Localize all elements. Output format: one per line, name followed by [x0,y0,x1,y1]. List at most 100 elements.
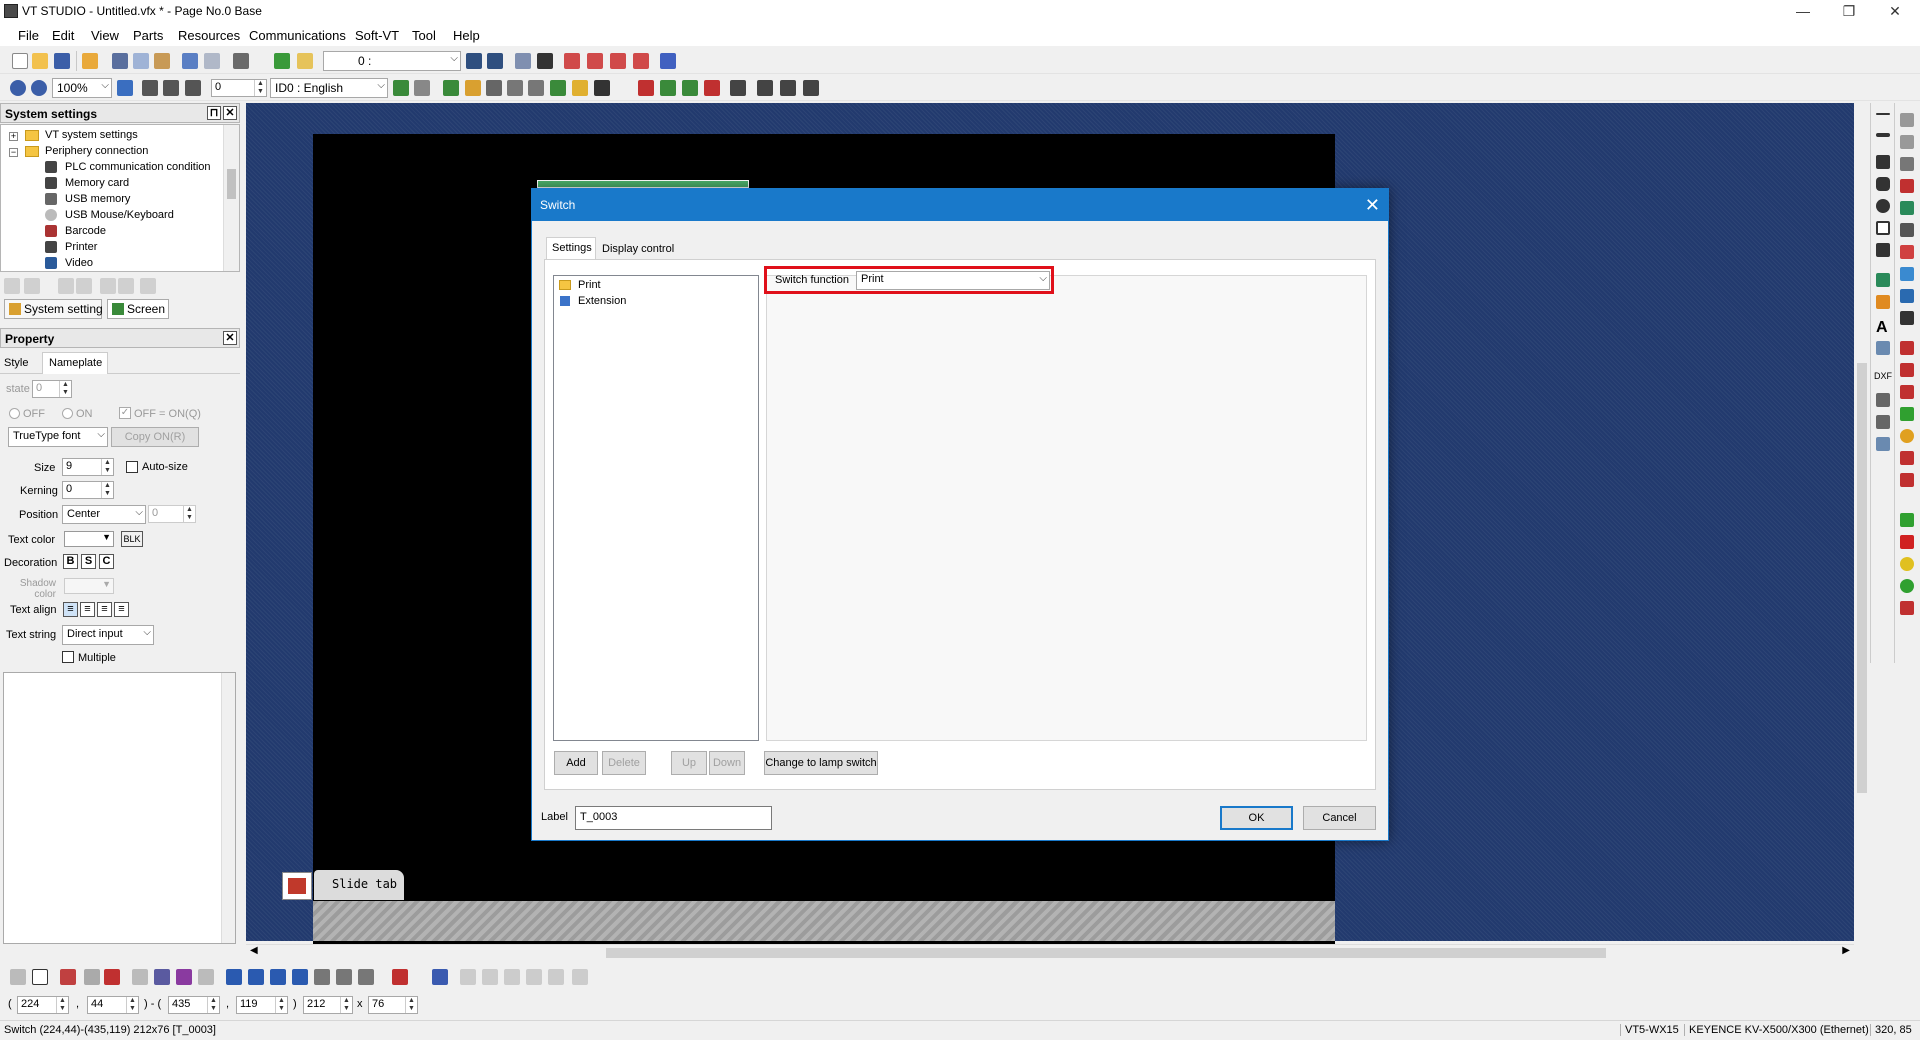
flip-horizontal-icon[interactable] [154,969,170,985]
tree-item-periphery-connection[interactable]: Periphery connection [45,145,148,157]
text-string-select[interactable]: Direct input ⌵ [62,625,154,645]
polyline-tool-icon[interactable] [1876,133,1890,137]
state-spinner[interactable]: 0 ▲ ▼ [211,79,267,97]
position-select[interactable]: Center ⌵ [62,505,146,524]
zoom-in-icon[interactable] [10,80,26,96]
down-button[interactable]: Down [709,751,745,775]
cnt-icon[interactable] [528,80,544,96]
text-tool-icon[interactable]: A [1876,319,1890,336]
tab-settings[interactable]: Settings [546,237,596,259]
menu-file[interactable]: File [18,28,39,43]
image-tool-icon[interactable] [1876,341,1890,355]
switch-part-icon[interactable] [1900,201,1914,215]
search-icon[interactable] [486,80,502,96]
list-part-icon[interactable] [1900,157,1914,171]
check-icon[interactable] [443,80,459,96]
ok-button[interactable]: OK [1220,806,1293,830]
window-add-icon[interactable] [587,53,603,69]
network-icon[interactable] [803,80,819,96]
zoom-select[interactable]: 100% ⌵ [52,78,112,98]
scroll-thumb[interactable] [227,169,236,199]
auto-size-checkbox[interactable] [126,461,138,473]
window-edit-icon[interactable] [633,53,649,69]
meter-part-icon[interactable] [1900,363,1914,377]
ellipse-tool-icon[interactable] [1876,199,1890,213]
expand-icon[interactable]: + [9,132,18,141]
tree-item-usb-mouse-keyboard[interactable]: USB Mouse/Keyboard [65,209,174,221]
red-lamp-icon[interactable] [1900,535,1914,549]
switch-function-select[interactable]: Print ⌵ [856,271,1050,290]
y1-spinner[interactable]: 44 ▲ ▼ [87,996,139,1014]
text-format-icon[interactable] [392,969,408,985]
distribute-icon[interactable] [460,969,476,985]
position-offset-spinner[interactable]: 0 ▲ ▼ [148,505,196,523]
kerning-spinner[interactable]: 0 ▲ ▼ [62,481,114,499]
menu-resources[interactable]: Resources [178,28,240,43]
open-folder-icon[interactable] [32,53,48,69]
ungroup-icon[interactable] [84,969,100,985]
scroll-left-icon[interactable]: ◀ [250,945,258,956]
canvas-hscrollbar[interactable]: ◀ ▶ [246,944,1854,960]
preview-icon[interactable] [414,80,430,96]
import-icon[interactable] [638,80,654,96]
library-tool-icon[interactable] [1876,437,1890,451]
undo-icon[interactable] [118,278,134,294]
pilot-lamp-icon[interactable] [1900,579,1914,593]
clipboard-icon[interactable] [594,80,610,96]
window-icon[interactable] [564,53,580,69]
all-down-icon[interactable] [163,80,179,96]
green-lamp-icon[interactable] [1900,513,1914,527]
align-center-part-icon[interactable] [336,969,352,985]
tree-item-vt-system-settings[interactable]: VT system settings [45,129,138,141]
menu-edit[interactable]: Edit [52,28,74,43]
restore-button[interactable]: ❐ [1826,0,1872,24]
strike-button[interactable]: S [81,554,96,569]
edit-page-icon[interactable] [274,53,290,69]
grid-tool-icon[interactable] [1876,415,1890,429]
snap-icon[interactable] [432,969,448,985]
grid-icon[interactable] [117,80,133,96]
backward-icon[interactable] [292,969,308,985]
delete-button[interactable]: Delete [602,751,646,775]
scatter-part-icon[interactable] [1900,473,1914,487]
export-icon[interactable] [660,80,676,96]
monitor-icon[interactable] [730,80,746,96]
diamond-icon[interactable] [100,278,116,294]
bar-part-icon[interactable] [1900,407,1914,421]
back-arrow-icon[interactable] [537,53,553,69]
tree-item-memory-card[interactable]: Memory card [65,177,129,189]
window-remove-icon[interactable] [610,53,626,69]
copy-on-button[interactable]: Copy ON(R) [111,427,199,447]
menu-communications[interactable]: Communications [249,28,346,43]
tree-item-video[interactable]: Video [65,257,93,269]
save-icon[interactable] [54,53,70,69]
cancel-button[interactable]: Cancel [1303,806,1376,830]
text-input-area[interactable] [3,672,236,944]
size-match-icon[interactable] [504,969,520,985]
tree-item-barcode[interactable]: Barcode [65,225,106,237]
spacing-icon[interactable] [548,969,564,985]
string-part-icon[interactable] [1900,135,1914,149]
close-panel-button[interactable]: ✕ [223,331,237,345]
label-input[interactable]: T_0003 [575,806,772,830]
on-radio[interactable] [62,408,73,419]
slide-tab-icon[interactable] [282,872,312,900]
open-project-icon[interactable] [82,53,98,69]
function-item-print[interactable]: Print [578,279,601,291]
new-file-icon[interactable] [12,53,28,69]
minimize-button[interactable]: — [1780,0,1826,24]
multiple-checkbox[interactable] [62,651,74,663]
numeric-part-icon[interactable] [1900,113,1914,127]
off-radio[interactable] [9,408,20,419]
line-tool-icon[interactable] [1876,113,1890,115]
delete-part-icon[interactable] [104,969,120,985]
dxf-tool-icon[interactable]: DXF [1874,371,1892,385]
distribute-v-icon[interactable] [482,969,498,985]
undo-icon[interactable] [182,53,198,69]
tree-scrollbar[interactable] [223,125,239,271]
state-spinner[interactable]: 0 ▲ ▼ [32,380,72,398]
cut-icon[interactable] [112,53,128,69]
selected-switch-part[interactable] [537,180,749,188]
close-panel-button[interactable]: ✕ [223,106,237,120]
bold-button[interactable]: B [63,554,78,569]
